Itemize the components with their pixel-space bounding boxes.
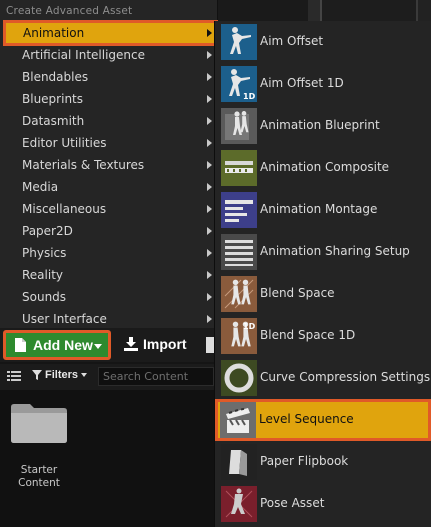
import-label: Import [143, 336, 187, 352]
svg-text:1D: 1D [243, 322, 256, 331]
chevron-down-icon [94, 344, 102, 349]
category-label: Materials & Textures [22, 158, 145, 172]
save-all-icon[interactable] [206, 337, 214, 353]
asset-type-label: Curve Compression Settings [260, 370, 431, 384]
asset-type-label: Blend Space 1D [260, 328, 356, 342]
chevron-right-icon [207, 73, 212, 81]
svg-text:1D: 1D [243, 92, 256, 101]
menu-header: Create Advanced Asset [6, 5, 133, 17]
chevron-right-icon [207, 161, 212, 169]
asset-type-item[interactable]: Level Sequence [215, 399, 431, 441]
category-item[interactable]: Sounds [4, 286, 216, 308]
search-input[interactable] [98, 367, 214, 386]
chevron-down-icon [81, 373, 88, 377]
category-item[interactable]: Media [4, 176, 216, 198]
category-label: Sounds [22, 290, 67, 304]
asset-type-item[interactable]: 1D Blend Space 1D [217, 316, 429, 356]
asset-type-label: Animation Montage [260, 202, 378, 216]
animation-composite-icon [221, 150, 257, 186]
funnel-icon [32, 370, 42, 380]
asset-type-item[interactable]: Pose Asset [217, 484, 429, 524]
category-item[interactable]: User Interface [4, 308, 216, 330]
folder-label: Starter Content [18, 464, 60, 489]
view-options-icon[interactable] [7, 370, 21, 383]
blend-space-1d-icon: 1D [221, 318, 257, 354]
paper-flipbook-icon [221, 444, 257, 480]
blend-space-icon [221, 276, 257, 312]
asset-type-label: Aim Offset [260, 34, 324, 48]
category-item[interactable]: Datasmith [4, 110, 216, 132]
category-item[interactable]: Reality [4, 264, 216, 286]
category-label: Datasmith [22, 114, 85, 128]
category-item[interactable]: Animation [3, 20, 218, 46]
asset-type-item[interactable]: Paper Flipbook [217, 442, 429, 482]
category-label: Blendables [22, 70, 89, 84]
category-label: Reality [22, 268, 64, 282]
category-label: Miscellaneous [22, 202, 107, 216]
chevron-right-icon [207, 293, 212, 301]
chevron-right-icon [207, 139, 212, 147]
asset-type-item[interactable]: Curve Compression Settings [217, 358, 431, 398]
category-item[interactable]: Paper2D [4, 220, 216, 242]
category-label: Physics [22, 246, 67, 260]
category-label: Animation [23, 26, 85, 40]
level-sequence-icon [220, 402, 256, 438]
chevron-right-icon [207, 29, 212, 37]
category-item[interactable]: Materials & Textures [4, 154, 216, 176]
animation-blueprint-icon [221, 108, 257, 144]
add-new-button[interactable]: Add New [3, 330, 111, 360]
new-file-icon [15, 338, 26, 352]
animation-sharing-setup-icon [221, 234, 257, 270]
asset-type-item[interactable]: Animation Blueprint [217, 106, 429, 146]
asset-type-label: Animation Sharing Setup [260, 244, 410, 258]
asset-type-item[interactable]: Aim Offset [217, 22, 429, 62]
folder-icon[interactable] [10, 401, 68, 443]
asset-type-item[interactable]: Animation Composite [217, 148, 429, 188]
download-icon [124, 337, 138, 351]
category-item[interactable]: Blendables [4, 66, 216, 88]
asset-type-label: Animation Blueprint [260, 118, 380, 132]
asset-type-label: Paper Flipbook [260, 454, 349, 468]
animation-montage-icon [221, 192, 257, 228]
category-label: Paper2D [22, 224, 73, 238]
asset-type-label: Level Sequence [259, 412, 354, 426]
category-item[interactable]: Blueprints [4, 88, 216, 110]
asset-type-item[interactable]: Blend Space [217, 274, 429, 314]
chevron-right-icon [207, 51, 212, 59]
asset-type-label: Aim Offset 1D [260, 76, 344, 90]
filters-label: Filters [45, 369, 79, 381]
aim-offset-1d-icon: 1D [221, 66, 257, 102]
asset-type-item[interactable]: 1D Aim Offset 1D [217, 64, 429, 104]
pose-asset-icon [221, 486, 257, 522]
category-item[interactable]: Editor Utilities [4, 132, 216, 154]
chevron-right-icon [207, 183, 212, 191]
category-item[interactable]: Miscellaneous [4, 198, 216, 220]
category-item[interactable]: Artificial Intelligence [4, 44, 216, 66]
asset-type-label: Pose Asset [260, 496, 325, 510]
asset-type-label: Animation Composite [260, 160, 390, 174]
chevron-right-icon [207, 315, 212, 323]
chevron-right-icon [207, 227, 212, 235]
chevron-right-icon [207, 249, 212, 257]
chevron-right-icon [207, 117, 212, 125]
curve-compression-icon [221, 360, 257, 396]
filters-dropdown[interactable]: Filters [32, 369, 88, 381]
chevron-right-icon [207, 95, 212, 103]
category-label: Media [22, 180, 59, 194]
chevron-right-icon [207, 205, 212, 213]
category-label: User Interface [22, 312, 107, 326]
category-item[interactable]: Physics [4, 242, 216, 264]
add-new-label: Add New [33, 337, 93, 353]
category-label: Artificial Intelligence [22, 48, 145, 62]
category-label: Blueprints [22, 92, 84, 106]
chevron-right-icon [207, 271, 212, 279]
import-button[interactable]: Import [124, 336, 187, 352]
background-viewport-strip [308, 0, 431, 22]
category-label: Editor Utilities [22, 136, 107, 150]
asset-type-item[interactable]: Animation Sharing Setup [217, 232, 429, 272]
asset-type-item[interactable]: Animation Montage [217, 190, 429, 230]
asset-type-label: Blend Space [260, 286, 335, 300]
aim-offset-icon [221, 24, 257, 60]
